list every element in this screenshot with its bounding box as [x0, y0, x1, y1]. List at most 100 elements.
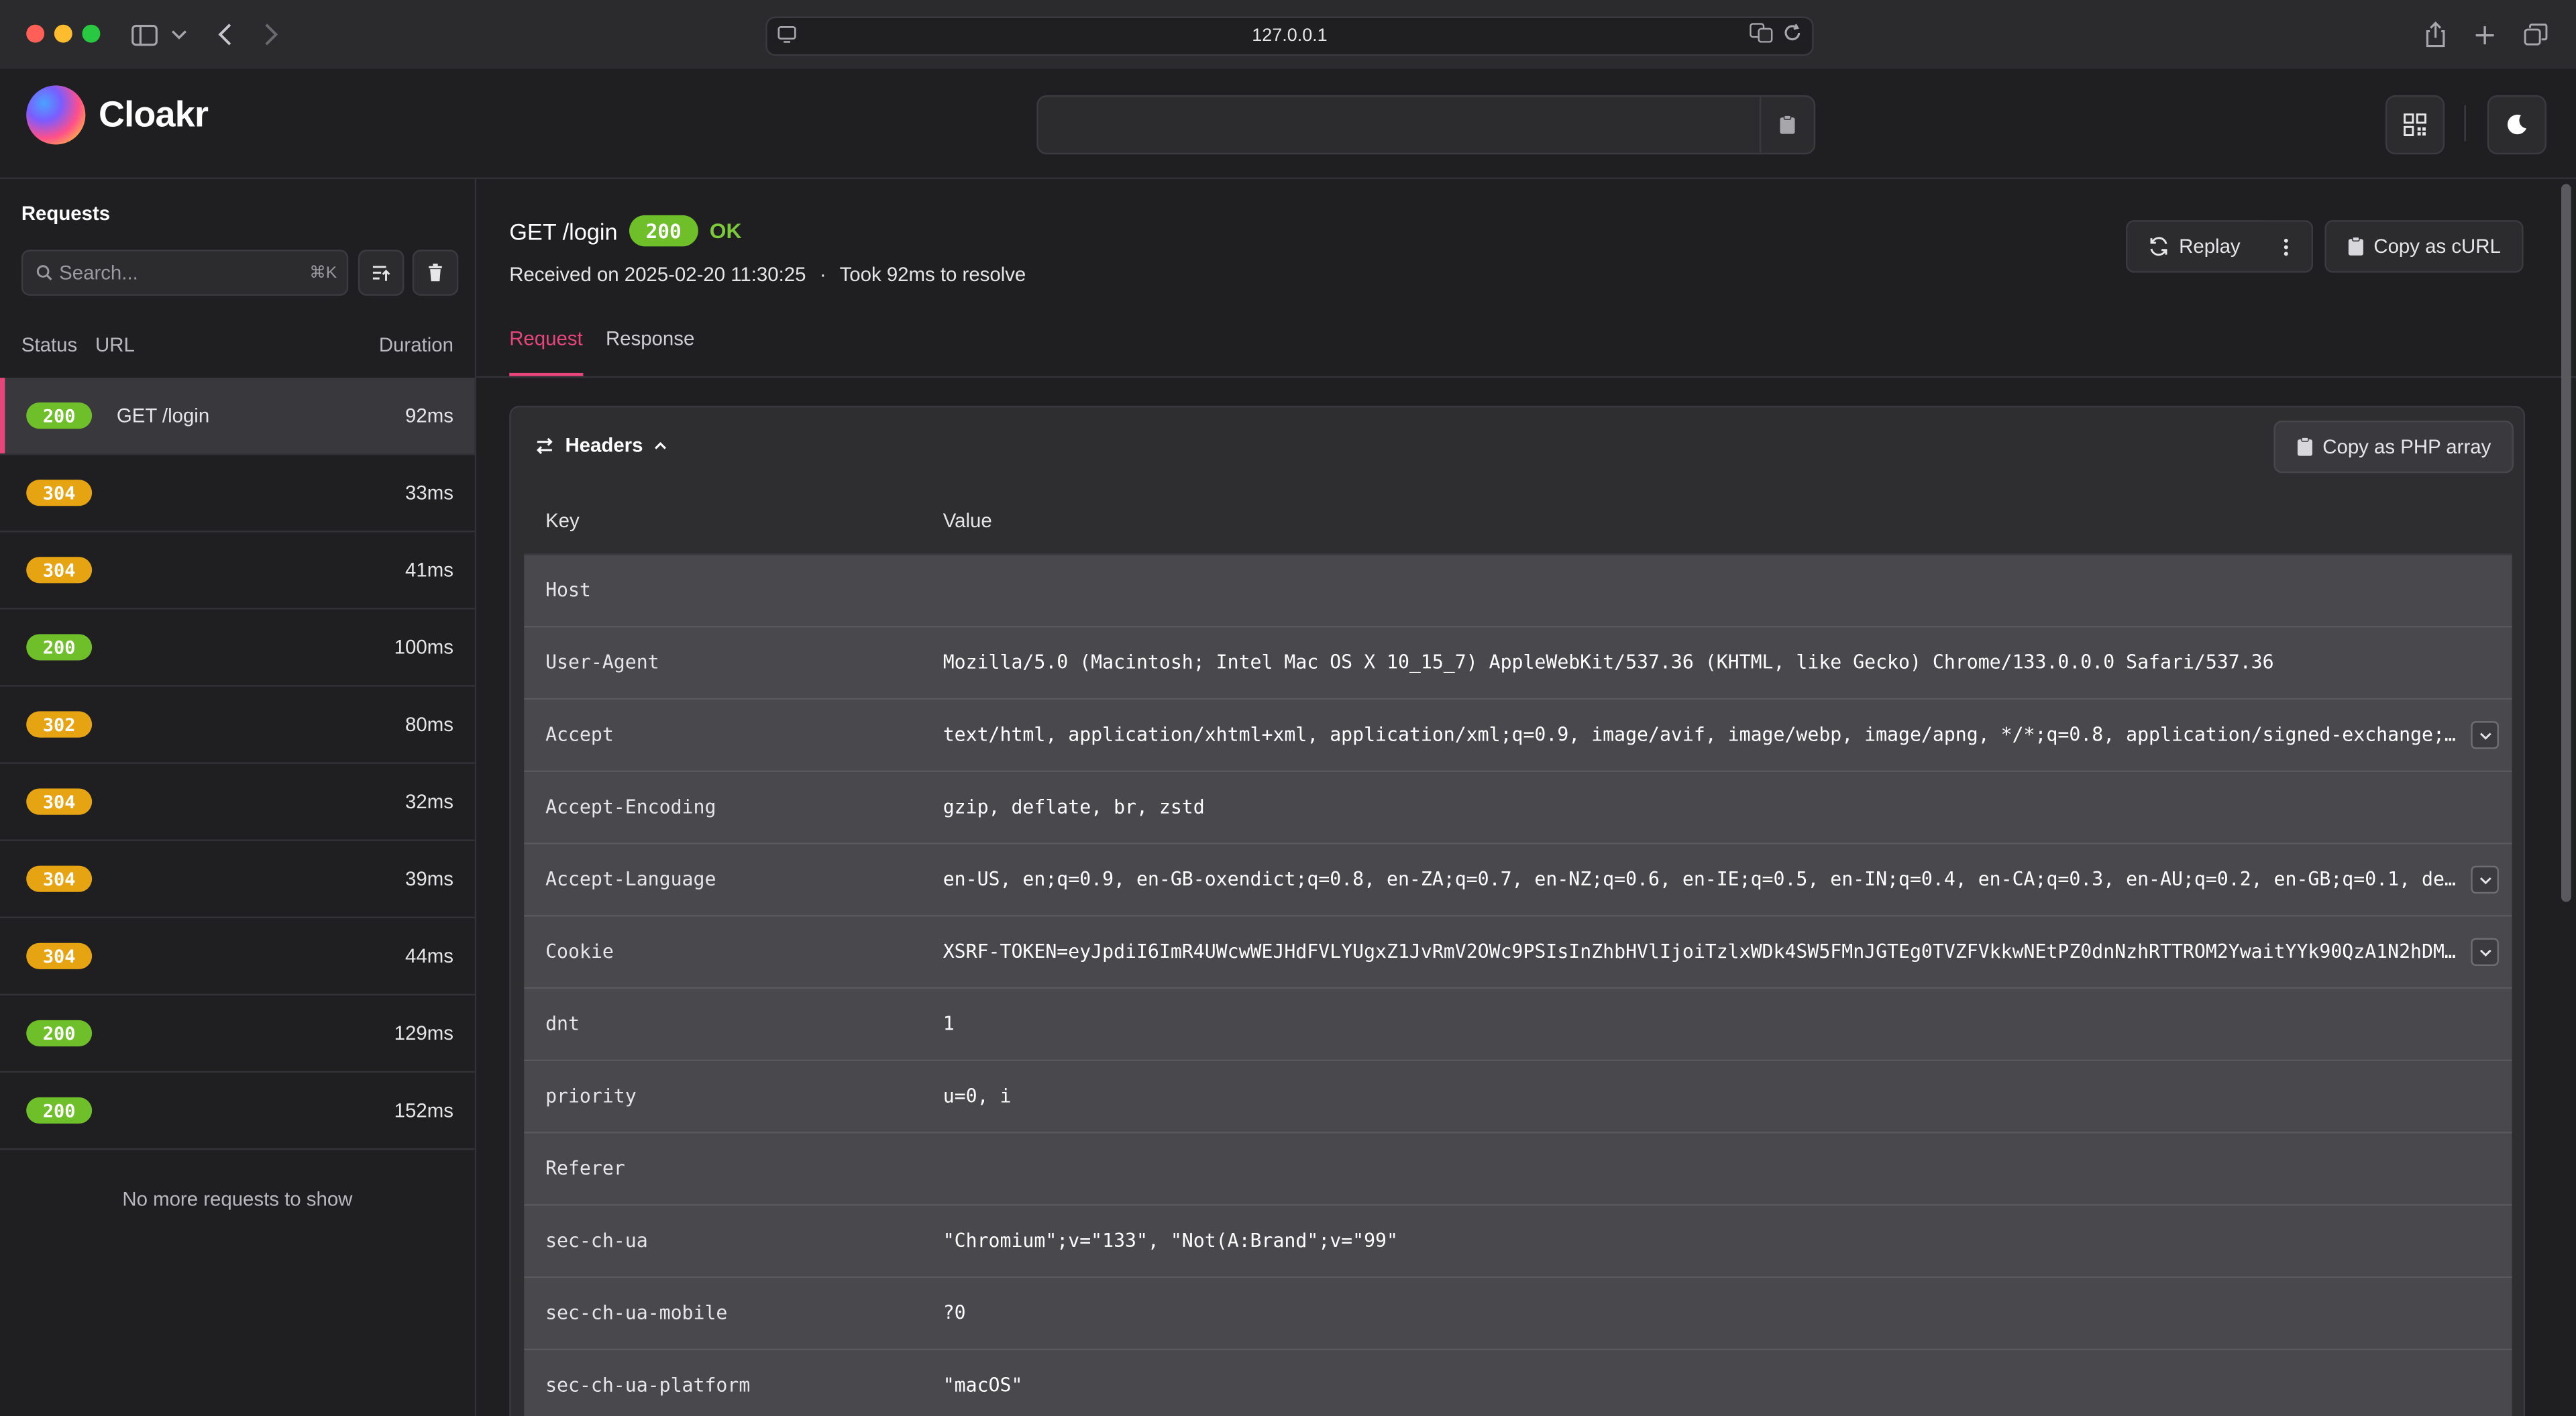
- status-text: OK: [709, 218, 742, 243]
- clipboard-icon: [2348, 236, 2363, 256]
- app-logo[interactable]: Cloakr: [26, 85, 209, 145]
- clear-requests-button[interactable]: [412, 250, 459, 296]
- reload-icon[interactable]: [1782, 23, 1802, 48]
- resolve-time: Took 92ms to resolve: [839, 262, 1026, 286]
- tab-response[interactable]: Response: [606, 327, 694, 376]
- status-badge: 304: [26, 865, 93, 892]
- tab-overview-icon[interactable]: [2524, 18, 2548, 51]
- header-value: Mozilla/5.0 (Macintosh; Intel Mac OS X 1…: [943, 650, 2274, 674]
- meta-separator: ·: [819, 262, 826, 286]
- request-duration: 152ms: [394, 1099, 453, 1122]
- theme-toggle-button[interactable]: [2487, 95, 2546, 155]
- table-row: priority u=0, i: [524, 1061, 2512, 1134]
- header-value: "Chromium";v="133", "Not(A:Brand";v="99": [943, 1228, 1398, 1252]
- chevron-down-icon: [2479, 948, 2491, 956]
- request-meta: Received on 2025-02-20 11:30:25 · Took 9…: [509, 263, 1026, 286]
- chevron-down-icon: [2479, 876, 2491, 884]
- request-duration: 33ms: [405, 481, 453, 504]
- header-value: u=0, i: [943, 1084, 1012, 1107]
- list-item[interactable]: 304 32ms: [0, 764, 475, 841]
- headers-toggle[interactable]: Headers: [535, 434, 667, 457]
- search-placeholder: Search...: [59, 261, 138, 284]
- request-duration: 39ms: [405, 867, 453, 891]
- qr-code-button[interactable]: [2385, 95, 2445, 155]
- expand-value-button[interactable]: [2471, 721, 2499, 749]
- status-badge: 304: [26, 788, 93, 815]
- header-value: "macOS": [943, 1373, 1023, 1397]
- logo-text: Cloakr: [98, 93, 209, 135]
- status-badge: 200: [26, 1097, 93, 1124]
- back-icon[interactable]: [217, 18, 233, 51]
- request-duration: 80ms: [405, 712, 453, 737]
- sort-icon: [372, 265, 390, 280]
- page-settings-icon[interactable]: [777, 25, 796, 44]
- copy-php-label: Copy as PHP array: [2322, 435, 2491, 459]
- tab-request[interactable]: Request: [509, 327, 583, 376]
- copy-curl-button[interactable]: Copy as cURL: [2324, 220, 2524, 273]
- trash-icon: [429, 264, 442, 282]
- status-badge: 200: [26, 1020, 93, 1047]
- list-item[interactable]: 200 152ms: [0, 1073, 475, 1150]
- table-row: sec-ch-ua "Chromium";v="133", "Not(A:Bran…: [524, 1205, 2512, 1278]
- scroll-to-top-button[interactable]: [358, 250, 405, 296]
- clipboard-icon: [2297, 437, 2312, 456]
- chevron-down-icon[interactable]: [171, 18, 187, 51]
- table-row: Host: [524, 555, 2512, 628]
- share-icon[interactable]: [2425, 18, 2447, 51]
- received-time: Received on 2025-02-20 11:30:25: [509, 262, 806, 286]
- list-item[interactable]: 304 41ms: [0, 532, 475, 610]
- list-item[interactable]: 304 33ms: [0, 455, 475, 533]
- copy-php-array-button[interactable]: Copy as PHP array: [2273, 420, 2514, 474]
- header-value: text/html, application/xhtml+xml, applic…: [943, 722, 2463, 746]
- table-row: sec-ch-ua-platform "macOS": [524, 1350, 2512, 1416]
- zoom-window-button[interactable]: [82, 24, 101, 43]
- status-badge: 304: [26, 942, 93, 969]
- header-key: Accept-Encoding: [545, 795, 716, 818]
- detail-tabs: Request Response: [509, 327, 694, 376]
- request-title: GET /login 200 OK: [509, 215, 741, 247]
- table-row: User-Agent Mozilla/5.0 (Macintosh; Intel …: [524, 627, 2512, 700]
- qr-code-icon: [2404, 113, 2426, 137]
- request-duration: 41ms: [405, 558, 453, 582]
- clipboard-icon[interactable]: [1759, 97, 1814, 153]
- translate-icon[interactable]: [1750, 23, 1773, 48]
- main-scrollbar[interactable]: [2561, 184, 2571, 902]
- header-key: User-Agent: [545, 650, 659, 674]
- header-value: 1: [943, 1012, 955, 1035]
- status-badge: 302: [26, 711, 93, 738]
- list-item[interactable]: 302 80ms: [0, 687, 475, 764]
- column-key: Key: [545, 509, 580, 533]
- header-key: sec-ch-ua-platform: [545, 1373, 751, 1397]
- status-badge: 304: [26, 557, 93, 584]
- header-value: en-US, en;q=0.9, en-GB-oxendict;q=0.8, e…: [943, 867, 2463, 891]
- sidebar-title: Requests: [21, 202, 111, 225]
- close-window-button[interactable]: [26, 24, 45, 43]
- table-row: Accept text/html, application/xhtml+xml, …: [524, 700, 2512, 773]
- sidebar-toggle-icon[interactable]: [131, 18, 158, 51]
- header-value: ?0: [943, 1301, 966, 1324]
- list-item[interactable]: 200 129ms: [0, 995, 475, 1073]
- new-tab-icon[interactable]: [2474, 18, 2496, 51]
- list-item[interactable]: 304 44ms: [0, 918, 475, 996]
- header-value: XSRF-TOKEN=eyJpdiI6ImR4UWcwWEJHdFVLYUgxZ…: [943, 939, 2463, 963]
- status-badge: 200: [26, 402, 93, 429]
- request-search-input[interactable]: Search... ⌘K: [21, 250, 349, 296]
- expand-value-button[interactable]: [2471, 865, 2499, 894]
- search-shortcut: ⌘K: [309, 264, 337, 282]
- expand-value-button[interactable]: [2471, 938, 2499, 967]
- more-options-button[interactable]: [2260, 220, 2314, 273]
- browser-toolbar: 127.0.0.1: [0, 0, 2576, 71]
- forward-icon[interactable]: [263, 18, 279, 51]
- address-bar[interactable]: 127.0.0.1: [765, 16, 1814, 56]
- replay-button[interactable]: Replay: [2126, 220, 2264, 273]
- header-key: Cookie: [545, 939, 614, 963]
- list-item[interactable]: 304 39ms: [0, 841, 475, 918]
- minimize-window-button[interactable]: [54, 24, 72, 43]
- global-search-input[interactable]: [1036, 95, 1816, 155]
- copy-curl-label: Copy as cURL: [2373, 235, 2501, 258]
- headers-panel: Headers Copy as PHP array Key Value Host…: [509, 405, 2526, 1416]
- request-list: 200 GET /login 92ms 304 33ms 304 41ms 200 100ms 3…: [0, 378, 475, 1150]
- replay-label: Replay: [2179, 235, 2241, 258]
- list-item[interactable]: 200 GET /login 92ms: [0, 378, 475, 455]
- list-item[interactable]: 200 100ms: [0, 610, 475, 687]
